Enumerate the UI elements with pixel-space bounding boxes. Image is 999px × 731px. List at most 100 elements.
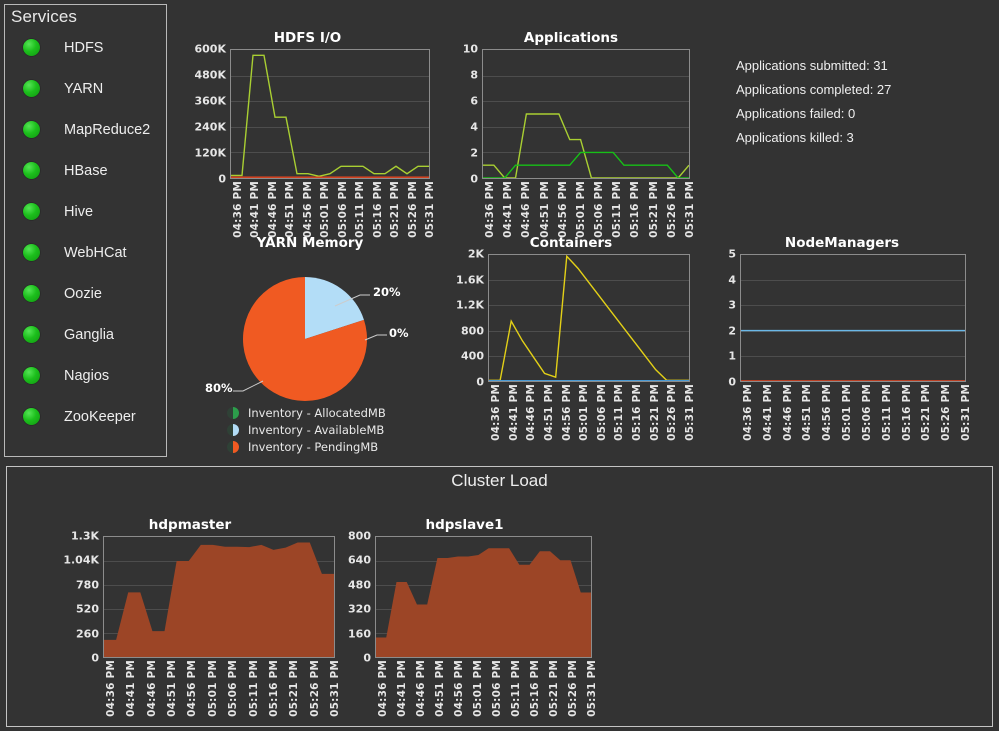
plot-svg-applications [483, 50, 689, 178]
y-axis-labels-hdfs_io: 0 120K 240K 360K 480K 600K [185, 43, 230, 186]
x-axis-tick-label: 04:36 PM [105, 660, 117, 717]
service-item-mapreduce2[interactable]: MapReduce2 [5, 109, 166, 150]
x-axis-tick-label: 04:41 PM [396, 660, 408, 717]
chart-title-hdpslave1: hdpslave1 [425, 517, 504, 533]
application-stat-line: Applications submitted: 31 [736, 58, 888, 73]
x-axis-tick-label: 04:56 PM [301, 181, 314, 238]
service-item-hive[interactable]: Hive [5, 191, 166, 232]
y-axis-tick-label: 120K [194, 146, 227, 160]
x-axis-tick-label: 05:26 PM [406, 181, 419, 238]
legend-item[interactable]: Inventory - AllocatedMB [227, 404, 477, 421]
service-item-label: HBase [64, 162, 108, 179]
y-axis-tick-label: 480K [194, 68, 227, 82]
chart-title-yarn_memory: YARN Memory [256, 235, 364, 251]
x-axis-tick-label: 04:46 PM [781, 384, 794, 441]
x-axis-labels-hdpmaster: 04:36 PM 04:41 PM 04:46 PM 04:51 PM 04:56 PM… [45, 658, 341, 720]
legend-item[interactable]: Inventory - AvailableMB [227, 421, 477, 438]
plot-area-hdfs_io [230, 49, 430, 179]
x-axis-tick-label: 04:56 PM [453, 660, 465, 717]
chart-nodemanagers: NodeManagers 0 1 2 3 4 5 04:36 PM 04:41 PM 04:46 … [718, 235, 972, 444]
x-axis-tick-label: 04:56 PM [821, 384, 834, 441]
x-axis-tick-label: 05:16 PM [631, 384, 644, 441]
service-status-indicator-icon [23, 408, 40, 425]
service-item-hdfs[interactable]: HDFS [5, 27, 166, 68]
x-axis-tick-label: 04:51 PM [538, 181, 551, 238]
x-axis-tick-label: 05:01 PM [841, 384, 854, 441]
y-axis-tick-label: 800 [348, 529, 371, 543]
y-axis-tick-label: 640 [348, 553, 371, 567]
legend-swatch-icon [227, 440, 239, 453]
x-axis-tick-label: 05:06 PM [491, 660, 503, 717]
plot-svg-containers [489, 255, 689, 381]
x-axis-tick-label: 04:51 PM [542, 384, 555, 441]
service-item-label: Ganglia [64, 326, 114, 343]
x-axis-tick-label: 04:36 PM [484, 181, 496, 238]
line-series-containers-allocated [489, 256, 689, 380]
area-series-load [104, 542, 334, 657]
services-list: HDFS YARN MapReduce2 HBase Hive WebHCat Oozie G… [5, 27, 166, 437]
y-axis-tick-label: 320 [348, 602, 371, 616]
cluster-load-panel: Cluster Load hdpmaster 0 260 520 780 1.04K 1.3… [6, 466, 993, 727]
y-axis-tick-label: 240K [194, 120, 227, 134]
service-status-indicator-icon [23, 203, 40, 220]
application-stats: Applications submitted: 31 Applications c… [736, 58, 891, 154]
x-axis-tick-label: 05:16 PM [371, 181, 384, 238]
service-status-indicator-icon [23, 285, 40, 302]
x-axis-tick-label: 05:31 PM [586, 660, 598, 717]
line-series-hdfs-bytes-written [231, 55, 429, 176]
x-axis-tick-label: 05:06 PM [595, 384, 608, 441]
x-axis-tick-label: 04:41 PM [761, 384, 774, 441]
x-axis-tick-label: 05:16 PM [267, 660, 280, 717]
service-status-indicator-icon [23, 326, 40, 343]
y-axis-tick-label: 520 [76, 602, 99, 616]
service-item-hbase[interactable]: HBase [5, 150, 166, 191]
y-axis-labels-applications: 0 2 4 6 8 10 [452, 43, 482, 186]
x-axis-tick-label: 04:41 PM [125, 660, 138, 717]
y-axis-labels-nodemanagers: 012345 [718, 248, 740, 389]
legend-item[interactable]: Inventory - PendingMB [227, 438, 477, 455]
service-status-indicator-icon [23, 80, 40, 97]
x-axis-tick-label: 05:06 PM [336, 181, 349, 238]
services-panel: Services HDFS YARN MapReduce2 HBase Hive WebH… [4, 4, 167, 457]
x-axis-tick-label: 04:36 PM [377, 660, 389, 717]
x-axis-tick-label: 05:06 PM [227, 660, 240, 717]
legend-item-label: Inventory - AvailableMB [248, 422, 385, 437]
service-item-ganglia[interactable]: Ganglia [5, 314, 166, 355]
y-axis-tick-label: 3 [728, 298, 736, 312]
y-axis-tick-label: 400 [461, 349, 484, 363]
pie-leader-line [364, 334, 387, 341]
x-axis-tick-label: 04:36 PM [232, 181, 244, 238]
y-axis-labels-hdpmaster: 0 260 520 780 1.04K 1.3K [45, 530, 103, 665]
legend-swatch-icon [227, 423, 239, 436]
x-axis-tick-label: 04:46 PM [266, 181, 279, 238]
x-axis-tick-label: 05:01 PM [206, 660, 219, 717]
x-axis-tick-label: 04:46 PM [145, 660, 158, 717]
legend-item-label: Inventory - AllocatedMB [248, 405, 386, 420]
pie-wrapper: 20% 0% 80% [185, 254, 435, 404]
services-panel-title: Services [11, 7, 77, 26]
service-item-webhcat[interactable]: WebHCat [5, 232, 166, 273]
service-item-nagios[interactable]: Nagios [5, 355, 166, 396]
x-axis-tick-label: 05:11 PM [354, 181, 367, 238]
x-axis-labels-hdfs_io: 04:36 PM 04:41 PM 04:46 PM 04:51 PM 04:56 PM… [185, 179, 436, 241]
x-axis-tick-label: 05:06 PM [860, 384, 873, 441]
x-axis-tick-label: 05:11 PM [880, 384, 893, 441]
x-axis-tick-label: 05:26 PM [665, 181, 678, 238]
dashboard-root: Services HDFS YARN MapReduce2 HBase Hive WebH… [0, 0, 999, 731]
application-stat-line: Applications failed: 0 [736, 106, 856, 121]
y-axis-tick-label: 4 [728, 273, 736, 287]
y-axis-tick-label: 1.04K [63, 553, 99, 567]
pie-legend: Inventory - AllocatedMB Inventory - Avail… [227, 404, 477, 455]
y-axis-tick-label: 8 [470, 68, 478, 82]
service-item-yarn[interactable]: YARN [5, 68, 166, 109]
y-axis-tick-label: 1.3K [70, 529, 99, 543]
y-axis-tick-label: 1 [728, 349, 736, 363]
x-axis-tick-label: 05:31 PM [424, 181, 436, 238]
service-item-zookeeper[interactable]: ZooKeeper [5, 396, 166, 437]
x-axis-tick-label: 04:41 PM [507, 384, 520, 441]
chart-title-containers: Containers [529, 235, 613, 251]
service-item-oozie[interactable]: Oozie [5, 273, 166, 314]
plot-wrapper-hdpmaster: 0 260 520 780 1.04K 1.3K [45, 530, 335, 665]
area-series-load [376, 548, 591, 657]
y-axis-tick-label: 480 [348, 578, 371, 592]
